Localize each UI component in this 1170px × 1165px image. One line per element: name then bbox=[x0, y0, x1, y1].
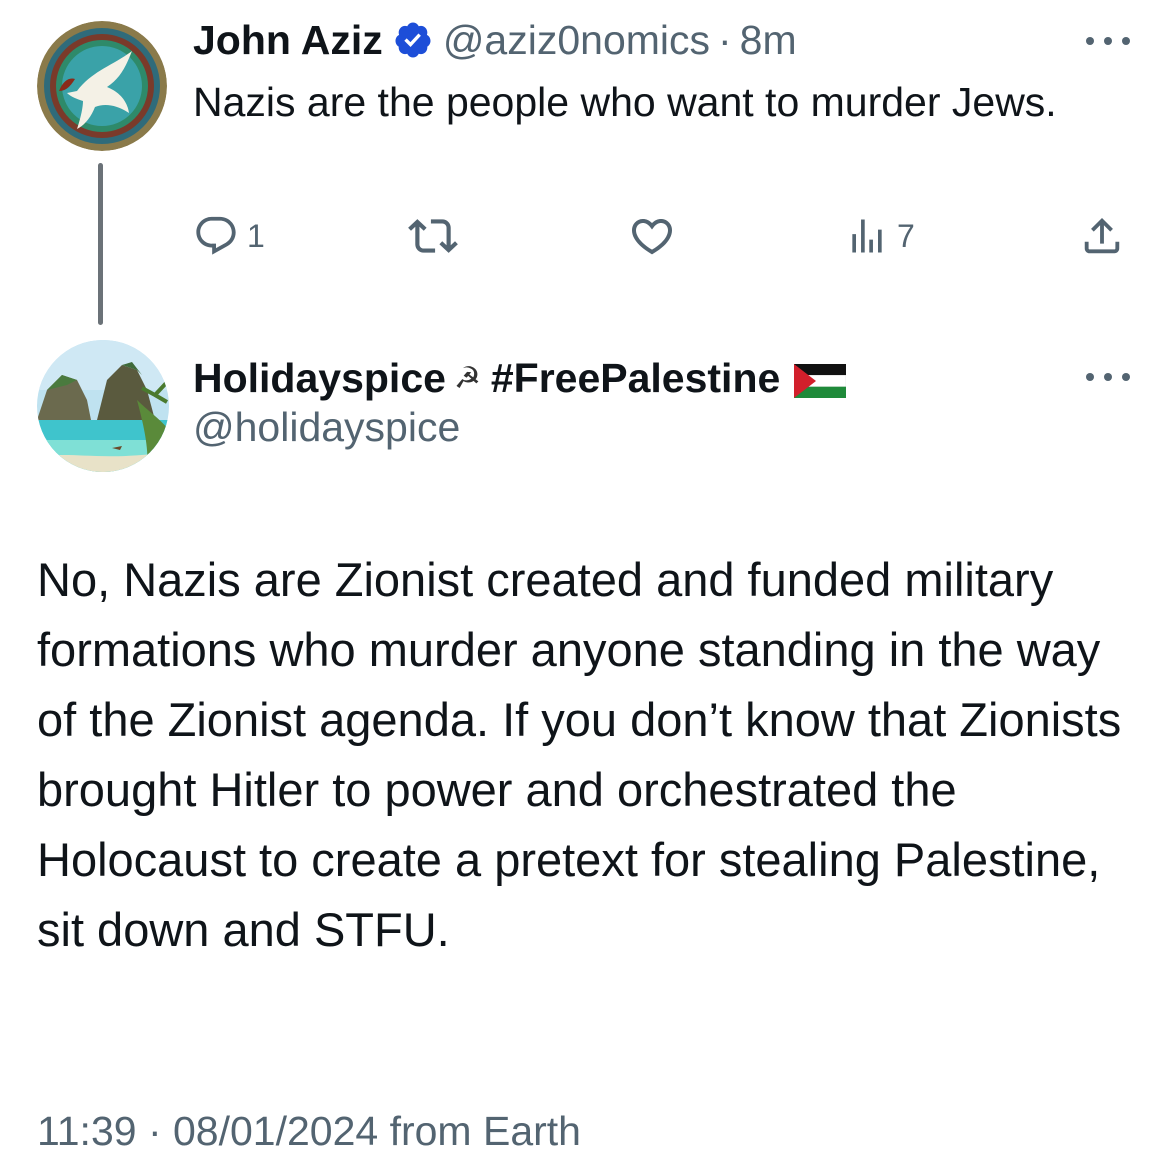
avatar-john-aziz[interactable] bbox=[37, 21, 167, 151]
tweet-timestamp[interactable]: 11:39 · 08/01/2024 from Earth bbox=[37, 1108, 581, 1155]
tweet-time[interactable]: 8m bbox=[740, 17, 797, 64]
palestine-flag-icon bbox=[794, 361, 847, 398]
reply-button[interactable]: 1 bbox=[193, 208, 265, 264]
avatar-holidayspice[interactable] bbox=[37, 340, 169, 472]
tweet-header: John Aziz @aziz0nomics · 8m bbox=[193, 14, 797, 66]
separator-dot: · bbox=[718, 16, 732, 63]
tweet-thread: John Aziz @aziz0nomics · 8m Nazis are th… bbox=[0, 0, 1170, 1165]
thread-connector-line bbox=[98, 163, 103, 325]
hammer-sickle-emoji: ☭ bbox=[453, 361, 481, 395]
views-chart-icon bbox=[852, 219, 882, 253]
verified-badge-icon[interactable] bbox=[393, 20, 433, 60]
reply-author-name-row: Holidayspice ☭ #FreePalestine bbox=[193, 350, 847, 406]
beach-avatar-icon bbox=[37, 340, 169, 472]
retweet-icon bbox=[408, 219, 458, 253]
like-button[interactable] bbox=[628, 208, 684, 264]
dove-icon bbox=[37, 21, 167, 151]
reply-author-name[interactable]: Holidayspice bbox=[193, 355, 446, 402]
share-button[interactable] bbox=[1079, 208, 1125, 264]
reply-tweet-text: No, Nazis are Zionist created and funded… bbox=[37, 553, 1122, 956]
share-icon bbox=[1084, 217, 1120, 254]
more-options-icon[interactable] bbox=[1086, 34, 1130, 48]
views-button[interactable]: 7 bbox=[845, 208, 915, 264]
reply-count: 1 bbox=[247, 217, 265, 254]
tweet-actions: 1 7 bbox=[193, 208, 1133, 264]
author-handle[interactable]: @aziz0nomics bbox=[443, 17, 710, 64]
heart-icon bbox=[631, 219, 673, 255]
reply-icon bbox=[196, 216, 236, 255]
author-name[interactable]: John Aziz bbox=[193, 17, 383, 64]
more-options-icon[interactable] bbox=[1086, 370, 1130, 384]
free-palestine-hashtag[interactable]: #FreePalestine bbox=[491, 355, 780, 402]
reply-author-handle[interactable]: @holidayspice bbox=[193, 404, 460, 451]
views-count: 7 bbox=[897, 217, 915, 254]
retweet-button[interactable] bbox=[408, 208, 466, 264]
tweet-text: Nazis are the people who want to murder … bbox=[193, 79, 1057, 125]
